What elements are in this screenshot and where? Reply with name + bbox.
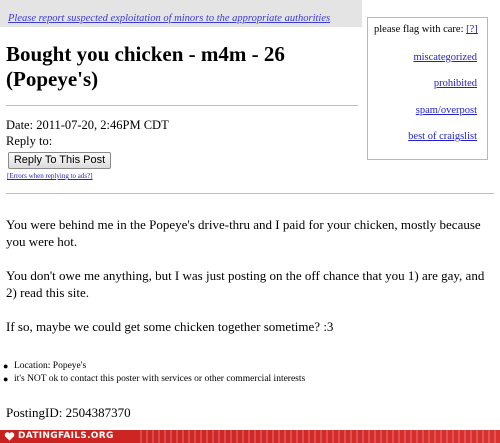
watermark-text: DATINGFAILS.ORG <box>18 431 114 441</box>
flag-link-prohibited[interactable]: prohibited <box>434 78 477 89</box>
post-notices-list: ● Location: Popeye's ● it's NOT ok to co… <box>0 360 480 386</box>
heart-icon <box>4 432 15 441</box>
post-body-paragraph: You were behind me in the Popeye's drive… <box>6 217 481 249</box>
warning-banner: Please report suspected exploitation of … <box>0 0 362 27</box>
post-body-paragraph: You don't owe me anything, but I was jus… <box>6 268 485 300</box>
flag-link-miscategorized[interactable]: miscategorized <box>413 52 477 63</box>
commercial-contact-notice: ● it's NOT ok to contact this poster wit… <box>0 373 480 386</box>
post-date: Date: 2011-07-20, 2:46PM CDT <box>6 118 169 132</box>
errors-replying-link[interactable]: [Errors when replying to ads?] <box>7 172 93 180</box>
flag-help-link[interactable]: [?] <box>466 24 478 35</box>
flag-title: please flag with care: [?] <box>374 24 478 35</box>
body-divider <box>6 193 494 194</box>
watermark-bar: DATINGFAILS.ORG <box>0 430 500 443</box>
location-notice-text: Location: Popeye's <box>14 361 87 371</box>
bullet-icon: ● <box>3 374 9 384</box>
commercial-contact-notice-text: it's NOT ok to contact this poster with … <box>14 374 306 384</box>
location-notice: ● Location: Popeye's <box>0 360 480 373</box>
reply-to-post-button[interactable]: Reply To This Post <box>8 152 111 169</box>
title-divider <box>6 105 358 106</box>
watermark-stripes <box>140 430 500 443</box>
flag-link-spam-overpost[interactable]: spam/overpost <box>416 105 477 116</box>
reply-to-label: Reply to: <box>6 134 53 148</box>
post-body-paragraph: If so, maybe we could get some chicken t… <box>6 319 334 334</box>
bullet-icon: ● <box>3 361 9 371</box>
post-title: Bought you chicken - m4m - 26 (Popeye's) <box>6 42 285 91</box>
report-warning-link[interactable]: Please report suspected exploitation of … <box>8 13 330 24</box>
flag-title-label: please flag with care: <box>374 24 464 35</box>
flag-box: please flag with care: [?] miscategorize… <box>367 17 488 160</box>
posting-id: PostingID: 2504387370 <box>6 405 131 420</box>
flag-link-best-of-craigslist[interactable]: best of craigslist <box>408 131 477 142</box>
